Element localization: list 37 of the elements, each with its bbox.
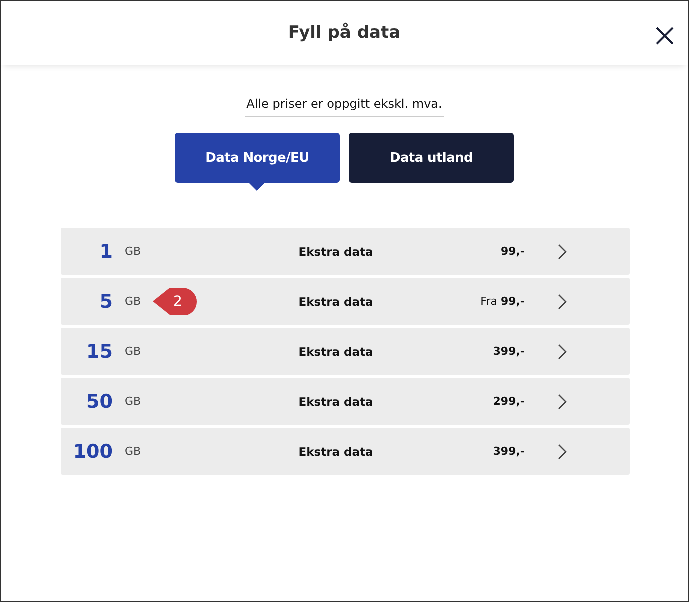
package-name: Ekstra data xyxy=(298,394,374,408)
data-unit: GB xyxy=(125,395,142,408)
package-price: Fra 99,- xyxy=(480,295,525,308)
package-name: Ekstra data xyxy=(298,294,374,308)
package-row[interactable]: 5 GB 2 Ekstra data Fra 99,- xyxy=(61,278,630,325)
chevron-right-icon xyxy=(558,444,567,460)
package-price: 299,- xyxy=(492,395,525,408)
data-amount: 50 xyxy=(86,390,114,412)
package-price: 99,- xyxy=(500,245,525,258)
package-name: Ekstra data xyxy=(298,344,374,358)
package-price: 399,- xyxy=(492,345,525,358)
tab[interactable]: Data utland xyxy=(349,133,514,183)
chevron-right-icon xyxy=(558,244,567,260)
data-amount: 1 xyxy=(98,240,114,262)
chevron-right-icon xyxy=(558,294,567,310)
data-unit: GB xyxy=(125,445,142,458)
package-name: Ekstra data xyxy=(298,244,374,258)
data-amount: 15 xyxy=(86,340,114,362)
dialog-title: Fyll på data xyxy=(288,23,401,43)
data-unit: GB xyxy=(125,245,142,258)
package-name: Ekstra data xyxy=(298,444,374,458)
chevron-right-icon xyxy=(558,344,567,360)
tab-pointer-icon xyxy=(249,183,265,191)
close-icon[interactable] xyxy=(656,27,674,45)
vat-note: Alle priser er oppgitt ekskl. mva. xyxy=(244,97,444,117)
package-row[interactable]: 15 GB Ekstra data 399,- xyxy=(61,328,630,375)
callout-marker: 2 xyxy=(153,288,197,316)
tab[interactable]: Data Norge/EU xyxy=(175,133,340,183)
package-row[interactable]: 50 GB Ekstra data 299,- xyxy=(61,378,630,425)
package-price: 399,- xyxy=(492,445,525,458)
package-row[interactable]: 100 GB Ekstra data 399,- xyxy=(61,428,630,475)
data-unit: GB xyxy=(125,345,142,358)
chevron-right-icon xyxy=(558,394,567,410)
data-amount: 100 xyxy=(72,440,114,462)
data-amount: 5 xyxy=(98,290,114,312)
data-unit: GB xyxy=(125,295,142,308)
package-row[interactable]: 1 GB Ekstra data 99,- xyxy=(61,228,630,275)
